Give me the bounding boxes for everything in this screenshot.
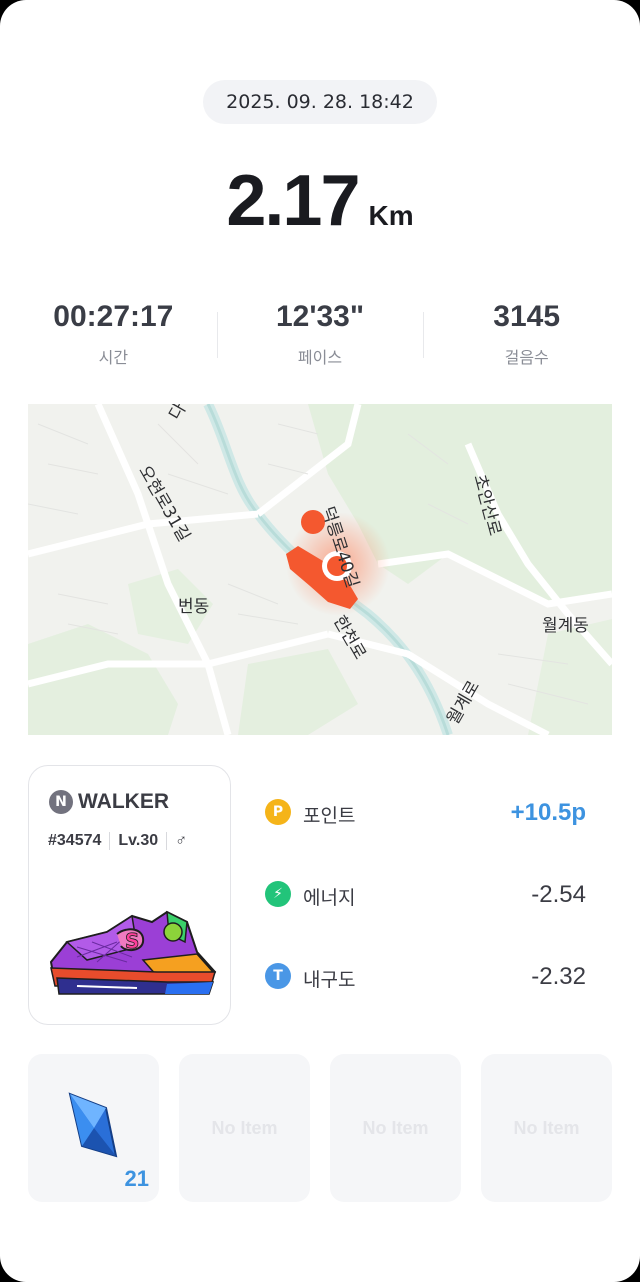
item-slot-empty[interactable]: No Item bbox=[179, 1054, 310, 1202]
datetime-text: 2025. 09. 28. 18:42 bbox=[226, 91, 414, 113]
reward-name: 에너지 bbox=[303, 887, 356, 909]
reward-row-energy: ⚡ 에너지 -2.54 bbox=[265, 877, 590, 959]
svg-text:S: S bbox=[125, 929, 139, 953]
empty-slot-label: No Item bbox=[513, 1117, 580, 1138]
stat-steps: 3145 걸음수 bbox=[423, 300, 630, 376]
map-label: 월계동 bbox=[542, 616, 589, 636]
stat-pace: 12'33" 페이스 bbox=[216, 300, 424, 376]
nft-level: Lv.30 bbox=[118, 832, 159, 849]
stat-value: 00:27:17 bbox=[53, 300, 174, 333]
datetime-badge: 2025. 09. 28. 18:42 bbox=[203, 80, 437, 124]
rewards-list: P 포인트 +10.5p ⚡ 에너지 -2.54 T 내구도 -2.32 bbox=[265, 795, 590, 1041]
stat-time: 00:27:17 시간 bbox=[10, 300, 217, 376]
divider bbox=[166, 832, 168, 850]
nft-meta: #34574 Lv.30 ♂ bbox=[48, 832, 187, 850]
nft-shoe-card[interactable]: N WALKER #34574 Lv.30 ♂ S bbox=[28, 765, 231, 1025]
route-map[interactable]: 오현로31길 번동 덕릉로40길 한천로 초안산로 월계동 월계로 다 bbox=[28, 404, 612, 735]
nft-brand: WALKER bbox=[78, 790, 169, 813]
sneaker-icon: S bbox=[49, 910, 217, 995]
stats-row: 00:27:17 시간 12'33" 페이스 3145 걸음수 bbox=[10, 300, 630, 376]
item-slot-empty[interactable]: No Item bbox=[330, 1054, 461, 1202]
distance-value: 2.17 bbox=[226, 161, 360, 241]
item-slot[interactable]: 21 bbox=[28, 1054, 159, 1202]
reward-name: 내구도 bbox=[303, 969, 356, 991]
walk-record-card: 2025. 09. 28. 18:42 2.17 Km 00:27:17 시간 … bbox=[0, 0, 640, 1282]
stat-value: 3145 bbox=[493, 300, 561, 333]
stat-label: 시간 bbox=[98, 348, 129, 367]
reward-row-point: P 포인트 +10.5p bbox=[265, 795, 590, 877]
stat-label: 페이스 bbox=[297, 348, 343, 367]
stat-value: 12'33" bbox=[275, 300, 365, 333]
empty-slot-label: No Item bbox=[362, 1117, 429, 1138]
reward-amount: +10.5p bbox=[510, 799, 586, 826]
blue-gem-icon bbox=[68, 1092, 118, 1158]
reward-row-durability: T 내구도 -2.32 bbox=[265, 959, 590, 1041]
energy-icon: ⚡ bbox=[265, 881, 291, 907]
item-slots: 21 No Item No Item No Item bbox=[28, 1054, 612, 1202]
map-graphic bbox=[28, 404, 612, 735]
nft-id: #34574 bbox=[48, 832, 102, 849]
divider bbox=[109, 832, 111, 850]
stat-label: 걸음수 bbox=[504, 348, 549, 367]
empty-slot-label: No Item bbox=[211, 1117, 278, 1138]
distance-unit: Km bbox=[368, 200, 414, 231]
distance-display: 2.17 Km bbox=[0, 160, 640, 242]
map-label: 번동 bbox=[178, 597, 210, 617]
reward-amount: -2.32 bbox=[531, 963, 586, 990]
item-slot-empty[interactable]: No Item bbox=[481, 1054, 612, 1202]
reward-amount: -2.54 bbox=[531, 881, 586, 908]
item-count: 21 bbox=[124, 1166, 149, 1191]
walker-logo-icon: N bbox=[49, 790, 73, 814]
nft-header: N WALKER bbox=[49, 790, 169, 814]
gender-icon: ♂ bbox=[175, 832, 188, 849]
reward-name: 포인트 bbox=[303, 805, 356, 827]
durability-icon: T bbox=[265, 963, 291, 989]
point-icon: P bbox=[265, 799, 291, 825]
